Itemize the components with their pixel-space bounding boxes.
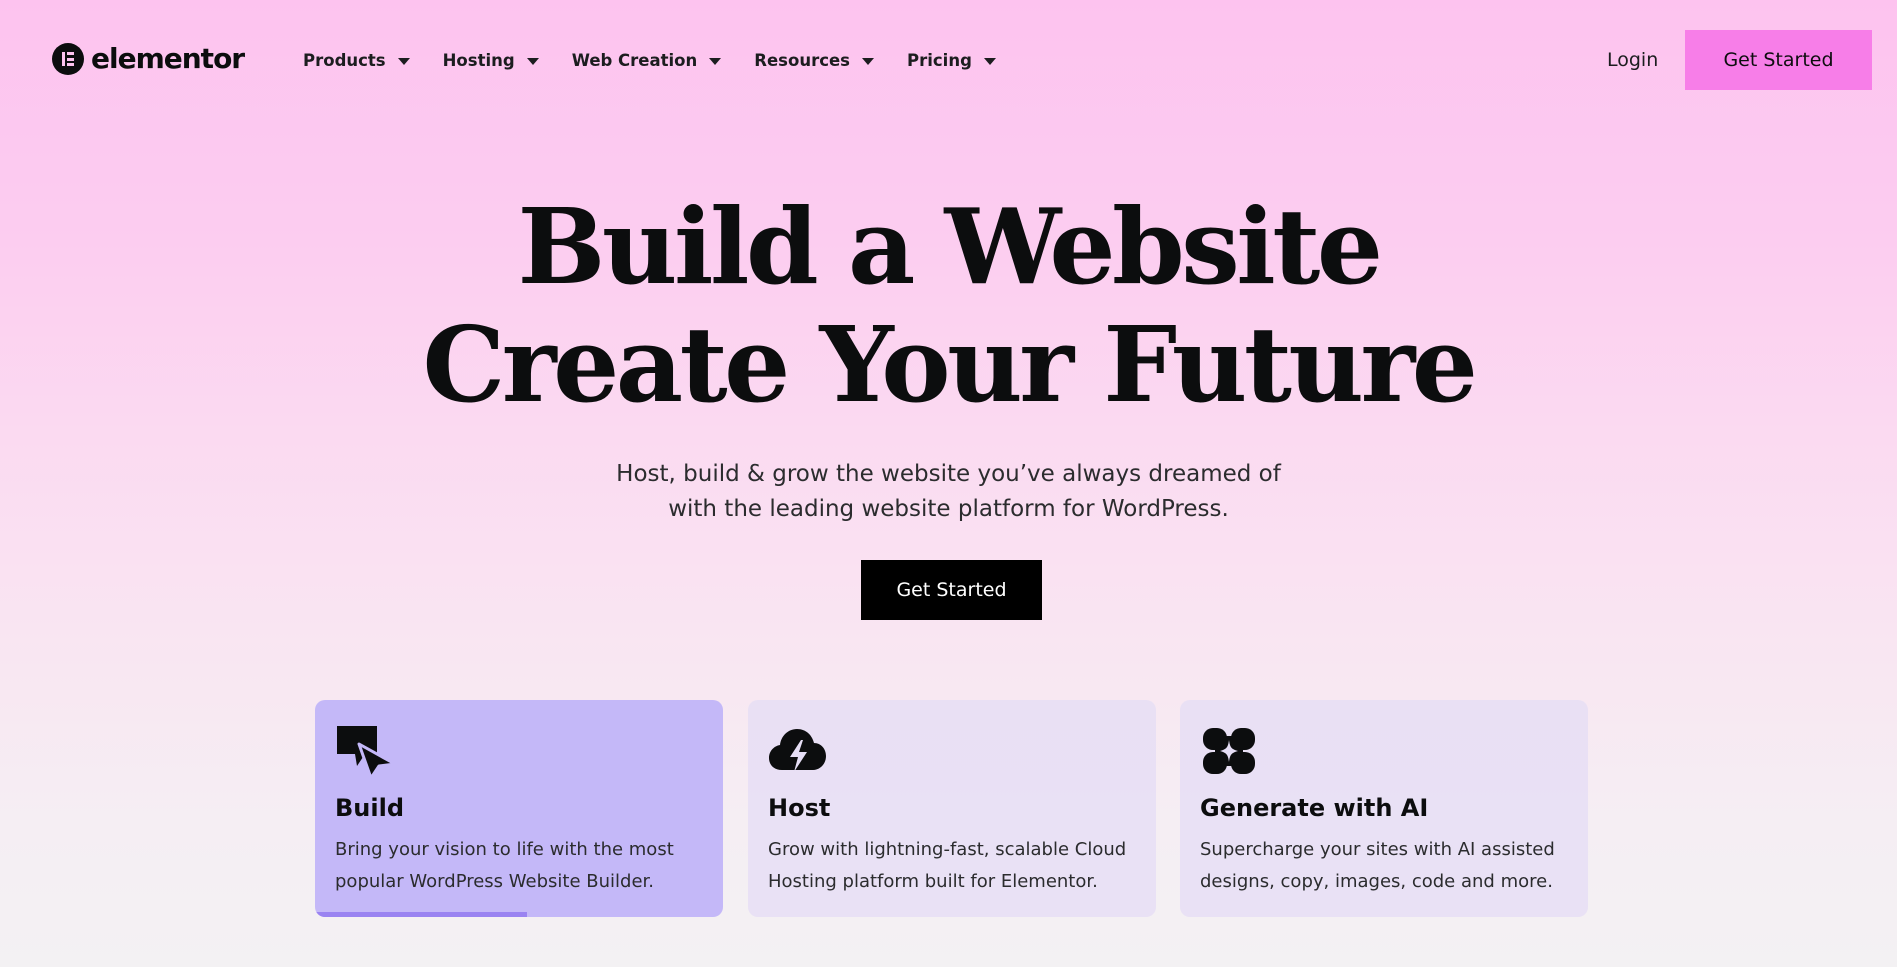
nav-item-label: Products — [303, 50, 386, 70]
hero-title-line-2: Create Your Future — [422, 303, 1478, 426]
hero-subtitle: Host, build & grow the website you’ve al… — [0, 457, 1897, 527]
card-title: Generate with AI — [1200, 794, 1429, 822]
feature-card-generate-ai[interactable]: Generate with AI Supercharge your sites … — [1180, 700, 1588, 917]
card-description-line-2: popular WordPress Website Builder. — [335, 871, 654, 892]
card-progress-bar — [315, 912, 528, 917]
elementor-logo-icon — [52, 43, 84, 75]
card-description: Grow with lightning-fast, scalable Cloud… — [768, 834, 1138, 898]
feature-card-host[interactable]: Host Grow with lightning-fast, scalable … — [748, 700, 1156, 917]
hero-subtitle-line-2: with the leading website platform for Wo… — [668, 496, 1229, 522]
hero-subtitle-line-1: Host, build & grow the website you’ve al… — [616, 461, 1281, 487]
card-title: Build — [335, 794, 405, 822]
hero-title: Build a Website Create Your Future — [0, 188, 1897, 424]
hero-title-line-1: Build a Website — [517, 185, 1383, 308]
chevron-down-icon — [862, 57, 874, 65]
logo-text: elementor — [91, 42, 245, 75]
chevron-down-icon — [526, 57, 539, 65]
nav-item-web-creation[interactable]: Web Creation — [572, 46, 722, 74]
card-description-line-2: designs, copy, images, code and more. — [1200, 871, 1553, 892]
chevron-down-icon — [397, 57, 410, 65]
chevron-down-icon — [983, 57, 996, 65]
nav-item-products[interactable]: Products — [303, 46, 410, 74]
card-description: Supercharge your sites with AI assisted … — [1200, 834, 1570, 898]
feature-card-build[interactable]: Build Bring your vision to life with the… — [315, 700, 723, 917]
ai-sparkle-icon — [1203, 728, 1255, 774]
card-description-line-1: Bring your vision to life with the most — [335, 839, 674, 860]
card-description-line-2: Hosting platform built for Elementor. — [768, 871, 1098, 892]
nav-item-label: Hosting — [442, 50, 515, 70]
nav-item-label: Pricing — [907, 50, 972, 70]
build-icon — [337, 726, 395, 778]
cloud-lightning-icon — [769, 729, 826, 772]
get-started-hero-button[interactable]: Get Started — [861, 560, 1042, 620]
get-started-header-button[interactable]: Get Started — [1685, 30, 1872, 90]
card-description: Bring your vision to life with the most … — [335, 834, 705, 898]
card-title: Host — [768, 794, 831, 822]
login-link[interactable]: Login — [1607, 46, 1658, 74]
main-nav: Products Hosting Web Creation Resources … — [303, 46, 1029, 74]
nav-item-label: Web Creation — [571, 50, 698, 70]
site-header: elementor Products Hosting Web Creation … — [0, 0, 1897, 120]
nav-item-resources[interactable]: Resources — [754, 46, 874, 74]
nav-item-pricing[interactable]: Pricing — [907, 46, 996, 74]
nav-item-label: Resources — [754, 50, 850, 70]
elementor-logo[interactable]: elementor — [52, 42, 245, 76]
nav-item-hosting[interactable]: Hosting — [443, 46, 539, 74]
card-description-line-1: Grow with lightning-fast, scalable Cloud — [768, 839, 1127, 860]
card-description-line-1: Supercharge your sites with AI assisted — [1200, 839, 1555, 860]
chevron-down-icon — [709, 57, 722, 65]
